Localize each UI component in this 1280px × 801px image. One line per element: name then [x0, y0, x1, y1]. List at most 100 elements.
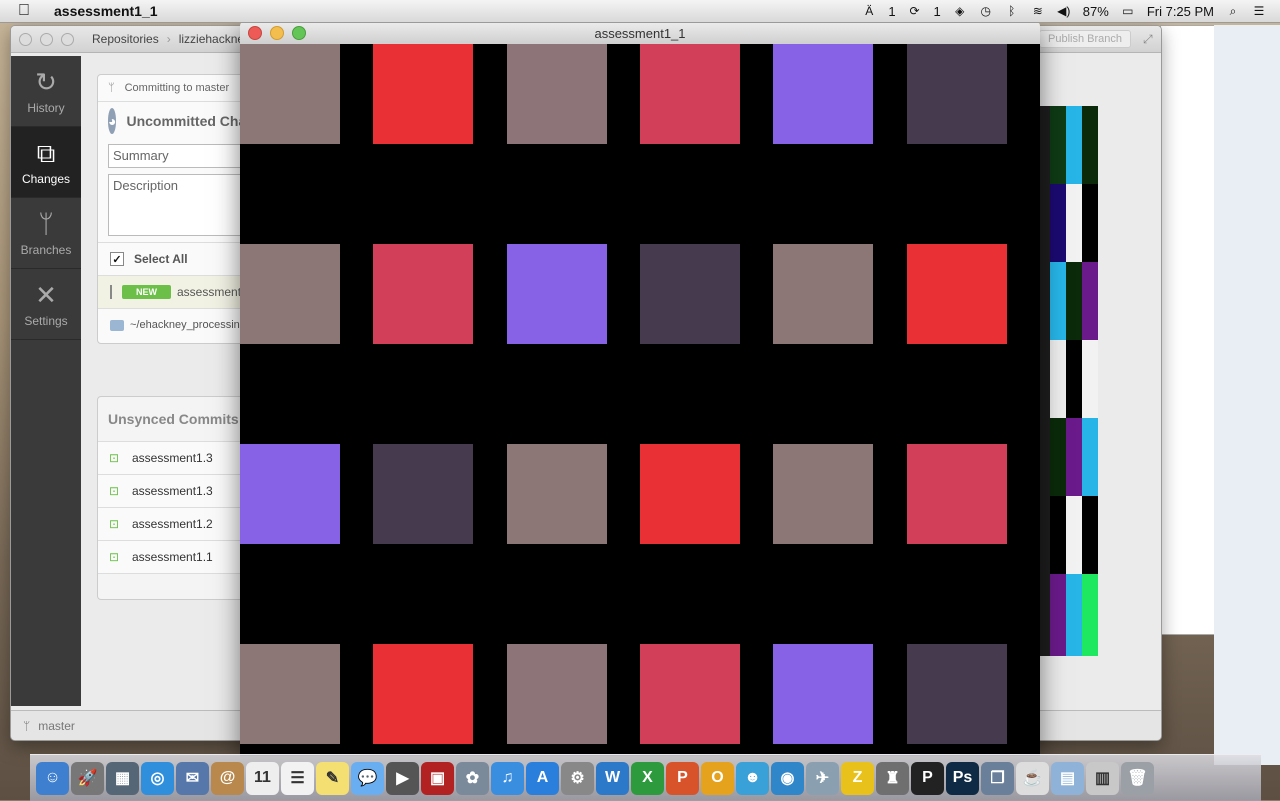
changed-file-row[interactable]: NEW assessment1_1 — [98, 275, 261, 308]
committing-to-label: Committing to master — [124, 82, 230, 94]
java-icon[interactable]: ☕ — [1016, 761, 1049, 795]
menu-bar:  assessment1_1 Ä 1 ⟳ 1 ◈ ◷ ᛒ ≋ ◀) 87% ▭… — [0, 0, 1280, 23]
commit-avatar-icon: ⊡ — [108, 550, 120, 564]
documents-icon[interactable]: ▥ — [1086, 761, 1119, 795]
github-icon[interactable]: ♜ — [876, 761, 909, 795]
nav-changes[interactable]: ⧉ Changes — [11, 127, 81, 198]
app-store-icon[interactable]: A — [526, 761, 559, 795]
outlook-icon[interactable]: O — [701, 761, 734, 795]
processing-icon[interactable]: P — [911, 761, 944, 795]
sketch-canvas[interactable] — [240, 44, 1040, 756]
commit-row[interactable]: ⊡ assessment1.3 — [98, 442, 258, 475]
bluetooth-icon[interactable]: ᛒ — [1005, 3, 1019, 19]
sketch-square-pink — [907, 444, 1007, 544]
sketch-window: assessment1_1 — [240, 22, 1040, 756]
finder-icon[interactable]: ☺ — [36, 761, 69, 795]
sketch-square-red — [373, 644, 473, 744]
applications-folder-icon[interactable]: ▤ — [1051, 761, 1084, 795]
messages-icon[interactable]: 💬 — [351, 761, 384, 795]
excel-icon[interactable]: X — [631, 761, 664, 795]
nav-settings-label: Settings — [24, 314, 68, 328]
sketch-square-taupe — [507, 444, 607, 544]
iphoto-icon[interactable]: ✿ — [456, 761, 489, 795]
mission-control-icon[interactable]: ▦ — [106, 761, 139, 795]
sketch-titlebar[interactable]: assessment1_1 — [240, 22, 1040, 45]
calendar-icon[interactable]: 11 — [246, 761, 279, 795]
background-window-edge[interactable] — [1214, 25, 1280, 765]
zoom-button[interactable] — [61, 32, 74, 46]
sketch-square-plum — [373, 444, 473, 544]
sketch-square-mauve — [507, 644, 607, 744]
sketch-square-pink — [640, 644, 740, 744]
publish-branch-button[interactable]: Publish Branch — [1039, 30, 1131, 48]
apple-menu-icon[interactable]:  — [18, 2, 40, 20]
sketch-square-plum — [907, 644, 1007, 744]
repo-path-row[interactable]: ~/ehackney_processing — [98, 308, 258, 341]
dropbox-icon[interactable]: ◈ — [953, 3, 967, 19]
safari-icon[interactable]: ◎ — [141, 761, 174, 795]
wifi-icon[interactable]: ≋ — [1031, 3, 1045, 19]
app-menu-name[interactable]: assessment1_1 — [54, 3, 158, 19]
battery-icon[interactable]: ▭ — [1121, 3, 1135, 19]
trash-icon[interactable]: 🗑 — [1121, 761, 1154, 795]
preview-icon[interactable]: ❐ — [981, 761, 1014, 795]
notes-icon[interactable]: ✎ — [316, 761, 349, 795]
facetime-icon[interactable]: ▶ — [386, 761, 419, 795]
file-checkbox[interactable] — [110, 285, 112, 299]
satellite-icon[interactable]: ✈ — [806, 761, 839, 795]
nav-history[interactable]: ↻ History — [11, 56, 81, 127]
chevron-right-icon: › — [166, 32, 171, 46]
photo-booth-icon[interactable]: ▣ — [421, 761, 454, 795]
launchpad-icon[interactable]: 🚀 — [71, 761, 104, 795]
commit-row[interactable]: ⊡ assessment1.1 — [98, 541, 258, 574]
background-window[interactable] — [1160, 25, 1216, 635]
spotlight-search-icon[interactable]: ⌕ — [1226, 3, 1240, 19]
nav-branches[interactable]: ᛘ Branches — [11, 198, 81, 269]
battery-percent: 87% — [1082, 3, 1109, 19]
branches-icon: ᛘ — [38, 209, 54, 239]
octocat-avatar-icon: ◕ — [108, 108, 117, 134]
time-machine-icon[interactable]: ◷ — [979, 3, 993, 19]
repo-path: ~/ehackney_processing — [130, 319, 246, 331]
zoom-button[interactable] — [292, 26, 306, 40]
nav-settings[interactable]: ✕ Settings — [11, 269, 81, 340]
close-button[interactable] — [248, 26, 262, 40]
reminders-icon[interactable]: ☰ — [281, 761, 314, 795]
itunes-icon[interactable]: ♫ — [491, 761, 524, 795]
commit-avatar-icon: ⊡ — [108, 517, 120, 531]
fullscreen-icon[interactable]: ⤢ — [1143, 32, 1153, 47]
description-input[interactable]: Description — [108, 174, 248, 236]
sketch-square-purple — [773, 644, 873, 744]
changes-icon: ⧉ — [36, 138, 56, 168]
sketch-square-taupe — [773, 244, 873, 344]
settings-icon: ✕ — [35, 280, 57, 310]
summary-input[interactable]: Summary — [108, 144, 248, 168]
notification-center-icon[interactable]: ☰ — [1252, 3, 1266, 19]
status-area: Ä 1 ⟳ 1 ◈ ◷ ᛒ ≋ ◀) 87% ▭ Fri 7:25 PM ⌕ ☰ — [862, 3, 1280, 19]
messenger-icon[interactable]: ☻ — [736, 761, 769, 795]
branch-icon: ᛘ — [23, 719, 31, 733]
system-preferences-icon[interactable]: ⚙ — [561, 761, 594, 795]
minimize-button[interactable] — [270, 26, 284, 40]
word-icon[interactable]: W — [596, 761, 629, 795]
commit-row[interactable]: ⊡ assessment1.3 — [98, 475, 258, 508]
commit-row[interactable]: ⊡ assessment1.2 — [98, 508, 258, 541]
powerpoint-icon[interactable]: P — [666, 761, 699, 795]
history-icon: ↻ — [35, 67, 57, 97]
mail-stamp-icon[interactable]: ✉ — [176, 761, 209, 795]
volume-icon[interactable]: ◀) — [1057, 3, 1071, 19]
photoshop-icon[interactable]: Ps — [946, 761, 979, 795]
select-all-checkbox[interactable]: ✓ — [110, 252, 124, 266]
address-book-icon[interactable]: @ — [211, 761, 244, 795]
network-icon[interactable]: ◉ — [771, 761, 804, 795]
nav-branches-label: Branches — [20, 243, 72, 257]
close-button[interactable] — [19, 32, 32, 46]
menubar-clock[interactable]: Fri 7:25 PM — [1147, 4, 1214, 19]
select-all-row[interactable]: ✓ Select All — [98, 242, 258, 275]
filezilla-icon[interactable]: Z — [841, 761, 874, 795]
commit-message: assessment1.3 — [132, 484, 213, 498]
minimize-button[interactable] — [40, 32, 53, 46]
breadcrumb-repositories[interactable]: Repositories — [92, 32, 159, 46]
adobe-status-icon[interactable]: Ä — [862, 3, 876, 19]
sync-status-icon[interactable]: ⟳ — [908, 3, 922, 19]
